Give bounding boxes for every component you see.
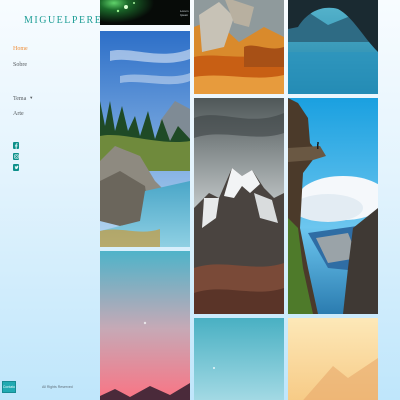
snowy-peak-image xyxy=(194,98,284,314)
photo-caption: Lorem Ipsum xyxy=(180,9,189,17)
gallery-photo-pink-sunset[interactable] xyxy=(100,251,190,400)
nav-arte[interactable]: Arte xyxy=(13,111,24,117)
pink-sunset-image xyxy=(100,251,190,400)
gallery-photo-blue-landscape[interactable] xyxy=(194,318,284,400)
contact-button[interactable]: Contato xyxy=(2,381,16,393)
gallery-photo-cave[interactable] xyxy=(288,0,378,94)
rights-text: All Rights Reserved xyxy=(42,385,73,389)
facebook-icon[interactable] xyxy=(13,142,19,149)
autumn-hill-image xyxy=(194,0,284,94)
sparks-image xyxy=(100,0,190,25)
blue-landscape-image xyxy=(194,318,284,400)
gallery-photo-alpine-lake[interactable] xyxy=(100,31,190,247)
cave-image xyxy=(288,0,378,94)
caption-line-2: Ipsum xyxy=(180,13,189,17)
chevron-down-icon: ▼ xyxy=(29,95,34,100)
alpine-lake-image xyxy=(100,31,190,247)
gallery-photo-autumn-hill[interactable] xyxy=(194,0,284,94)
nav-home[interactable]: Home xyxy=(13,46,28,52)
yellow-mountain-image xyxy=(288,318,378,400)
twitter-icon[interactable] xyxy=(13,164,19,171)
cliff-climber-image xyxy=(288,98,378,314)
photo-gallery: Lorem Ipsum xyxy=(98,0,380,400)
sidebar: MIGUELPEREIRA Home Sobre Tema ▼ Arte Cont… xyxy=(0,0,123,400)
nav-tema[interactable]: Tema ▼ xyxy=(13,95,33,102)
gallery-photo-yellow-mountain[interactable] xyxy=(288,318,378,400)
gallery-photo-snowy-peak[interactable] xyxy=(194,98,284,314)
instagram-icon[interactable] xyxy=(13,153,19,160)
nav-tema-label: Tema xyxy=(13,96,27,102)
nav-sobre[interactable]: Sobre xyxy=(13,62,27,68)
gallery-photo-cliff-climber[interactable] xyxy=(288,98,378,314)
gallery-photo-sparks[interactable]: Lorem Ipsum xyxy=(100,0,190,25)
